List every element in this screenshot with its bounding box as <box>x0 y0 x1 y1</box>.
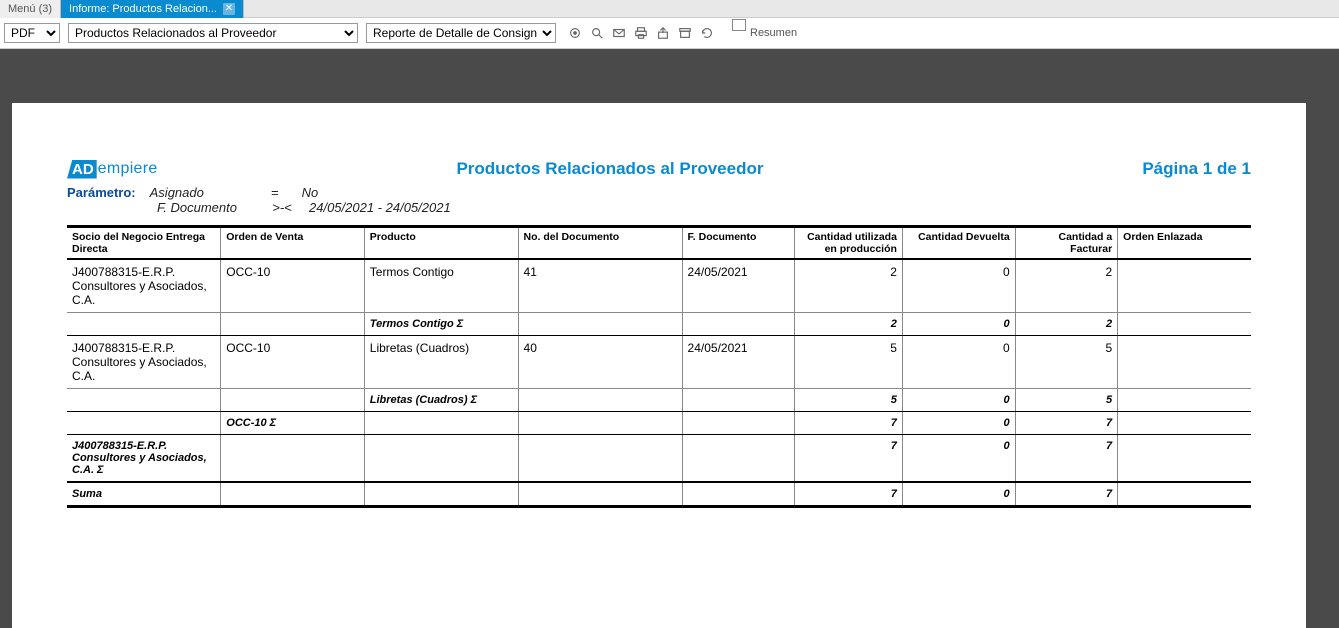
subtotal-bp: J400788315-E.R.P. Consultores y Asociado… <box>67 435 1251 483</box>
report-select[interactable]: Productos Relacionados al Proveedor <box>68 23 358 43</box>
sum-cu: 7 <box>795 412 903 435</box>
sum-cd: 0 <box>902 389 1015 412</box>
logo-mark: AD <box>67 160 97 179</box>
table-row: J400788315-E.R.P. Consultores y Asociado… <box>67 259 1251 313</box>
cell-doc: 41 <box>518 259 682 313</box>
cell-doc: 40 <box>518 336 682 389</box>
th-pr: Producto <box>364 227 518 260</box>
th-fd: F. Documento <box>682 227 795 260</box>
cell-cd: 0 <box>902 259 1015 313</box>
toolbar-icons <box>568 26 714 40</box>
cell-oe <box>1118 336 1251 389</box>
cell-pr: Libretas (Cuadros) <box>364 336 518 389</box>
tab-bar: Menú (3) Informe: Productos Relacion... … <box>0 0 1339 18</box>
sum-label: J400788315-E.R.P. Consultores y Asociado… <box>67 435 221 483</box>
cell-cu: 2 <box>795 259 903 313</box>
sum-cf: 7 <box>1015 482 1118 507</box>
checkbox-icon[interactable] <box>732 19 746 31</box>
report-title: Productos Relacionados al Proveedor <box>78 159 1143 179</box>
param2-name: F. Documento <box>157 200 255 215</box>
cell-bp: J400788315-E.R.P. Consultores y Asociado… <box>67 336 221 389</box>
subtotal-product: Libretas (Cuadros) Σ 5 0 5 <box>67 389 1251 412</box>
cell-cd: 0 <box>902 336 1015 389</box>
param2-op: >-< <box>269 200 295 215</box>
sum-cu: 7 <box>795 435 903 483</box>
sum-cu: 5 <box>795 389 903 412</box>
cell-ov: OCC-10 <box>221 336 365 389</box>
sum-cf: 2 <box>1015 313 1118 336</box>
sum-cd: 0 <box>902 435 1015 483</box>
th-ov: Orden de Venta <box>221 227 365 260</box>
cell-cu: 5 <box>795 336 903 389</box>
format-select[interactable]: PDF <box>4 23 60 43</box>
param-label: Parámetro: <box>67 185 136 200</box>
close-icon[interactable]: ✕ <box>223 3 235 15</box>
cell-pr: Termos Contigo <box>364 259 518 313</box>
param1-name: Asignado <box>150 185 248 200</box>
th-cu: Cantidad utilizada en producción <box>795 227 903 260</box>
sum-cf: 7 <box>1015 435 1118 483</box>
detail-select[interactable]: Reporte de Detalle de Consignación <box>366 23 556 43</box>
search-icon[interactable] <box>590 26 604 40</box>
report-table: Socio del Negocio Entrega Directa Orden … <box>67 225 1251 508</box>
sum-label: Termos Contigo Σ <box>364 313 518 336</box>
table-header-row: Socio del Negocio Entrega Directa Orden … <box>67 227 1251 260</box>
sum-cd: 0 <box>902 313 1015 336</box>
archive-icon[interactable] <box>678 26 692 40</box>
sum-cf: 7 <box>1015 412 1118 435</box>
subtotal-product: Termos Contigo Σ 2 0 2 <box>67 313 1251 336</box>
report-parameters: Parámetro: Asignado = No F. Documento >-… <box>12 179 1306 225</box>
grand-total: Suma 7 0 7 <box>67 482 1251 507</box>
toolbar: PDF Productos Relacionados al Proveedor … <box>0 18 1339 49</box>
page-indicator: Página 1 de 1 <box>1142 159 1251 179</box>
th-cf: Cantidad a Facturar <box>1015 227 1118 260</box>
sum-label: Suma <box>67 482 221 507</box>
sum-cd: 0 <box>902 482 1015 507</box>
print-icon[interactable] <box>634 26 648 40</box>
sum-label: OCC-10 Σ <box>221 412 365 435</box>
param2-val: 24/05/2021 - 24/05/2021 <box>309 200 451 215</box>
sum-cu: 7 <box>795 482 903 507</box>
export-icon[interactable] <box>656 26 670 40</box>
cell-cf: 5 <box>1015 336 1118 389</box>
th-cd: Cantidad Devuelta <box>902 227 1015 260</box>
th-doc: No. del Documento <box>518 227 682 260</box>
th-bp: Socio del Negocio Entrega Directa <box>67 227 221 260</box>
param1-op: = <box>262 185 288 200</box>
sum-cu: 2 <box>795 313 903 336</box>
report-viewer[interactable]: AD empiere Productos Relacionados al Pro… <box>0 49 1339 628</box>
sum-label: Libretas (Cuadros) Σ <box>364 389 518 412</box>
sum-cf: 5 <box>1015 389 1118 412</box>
cell-fd: 24/05/2021 <box>682 259 795 313</box>
param1-val: No <box>302 185 319 200</box>
summary-label: Resumen <box>750 27 797 39</box>
report-page: AD empiere Productos Relacionados al Pro… <box>12 103 1306 628</box>
summary-toggle[interactable]: Resumen <box>732 27 797 39</box>
tab-report-active[interactable]: Informe: Productos Relacion... ✕ <box>61 0 244 18</box>
cell-bp: J400788315-E.R.P. Consultores y Asociado… <box>67 259 221 313</box>
tab-report-label: Informe: Productos Relacion... <box>69 1 217 17</box>
target-icon[interactable] <box>568 26 582 40</box>
cell-cf: 2 <box>1015 259 1118 313</box>
cell-ov: OCC-10 <box>221 259 365 313</box>
tab-menu[interactable]: Menú (3) <box>0 0 61 18</box>
refresh-icon[interactable] <box>700 26 714 40</box>
cell-fd: 24/05/2021 <box>682 336 795 389</box>
table-row: J400788315-E.R.P. Consultores y Asociado… <box>67 336 1251 389</box>
subtotal-order: OCC-10 Σ 7 0 7 <box>67 412 1251 435</box>
mail-icon[interactable] <box>612 26 626 40</box>
th-oe: Orden Enlazada <box>1118 227 1251 260</box>
sum-cd: 0 <box>902 412 1015 435</box>
cell-oe <box>1118 259 1251 313</box>
